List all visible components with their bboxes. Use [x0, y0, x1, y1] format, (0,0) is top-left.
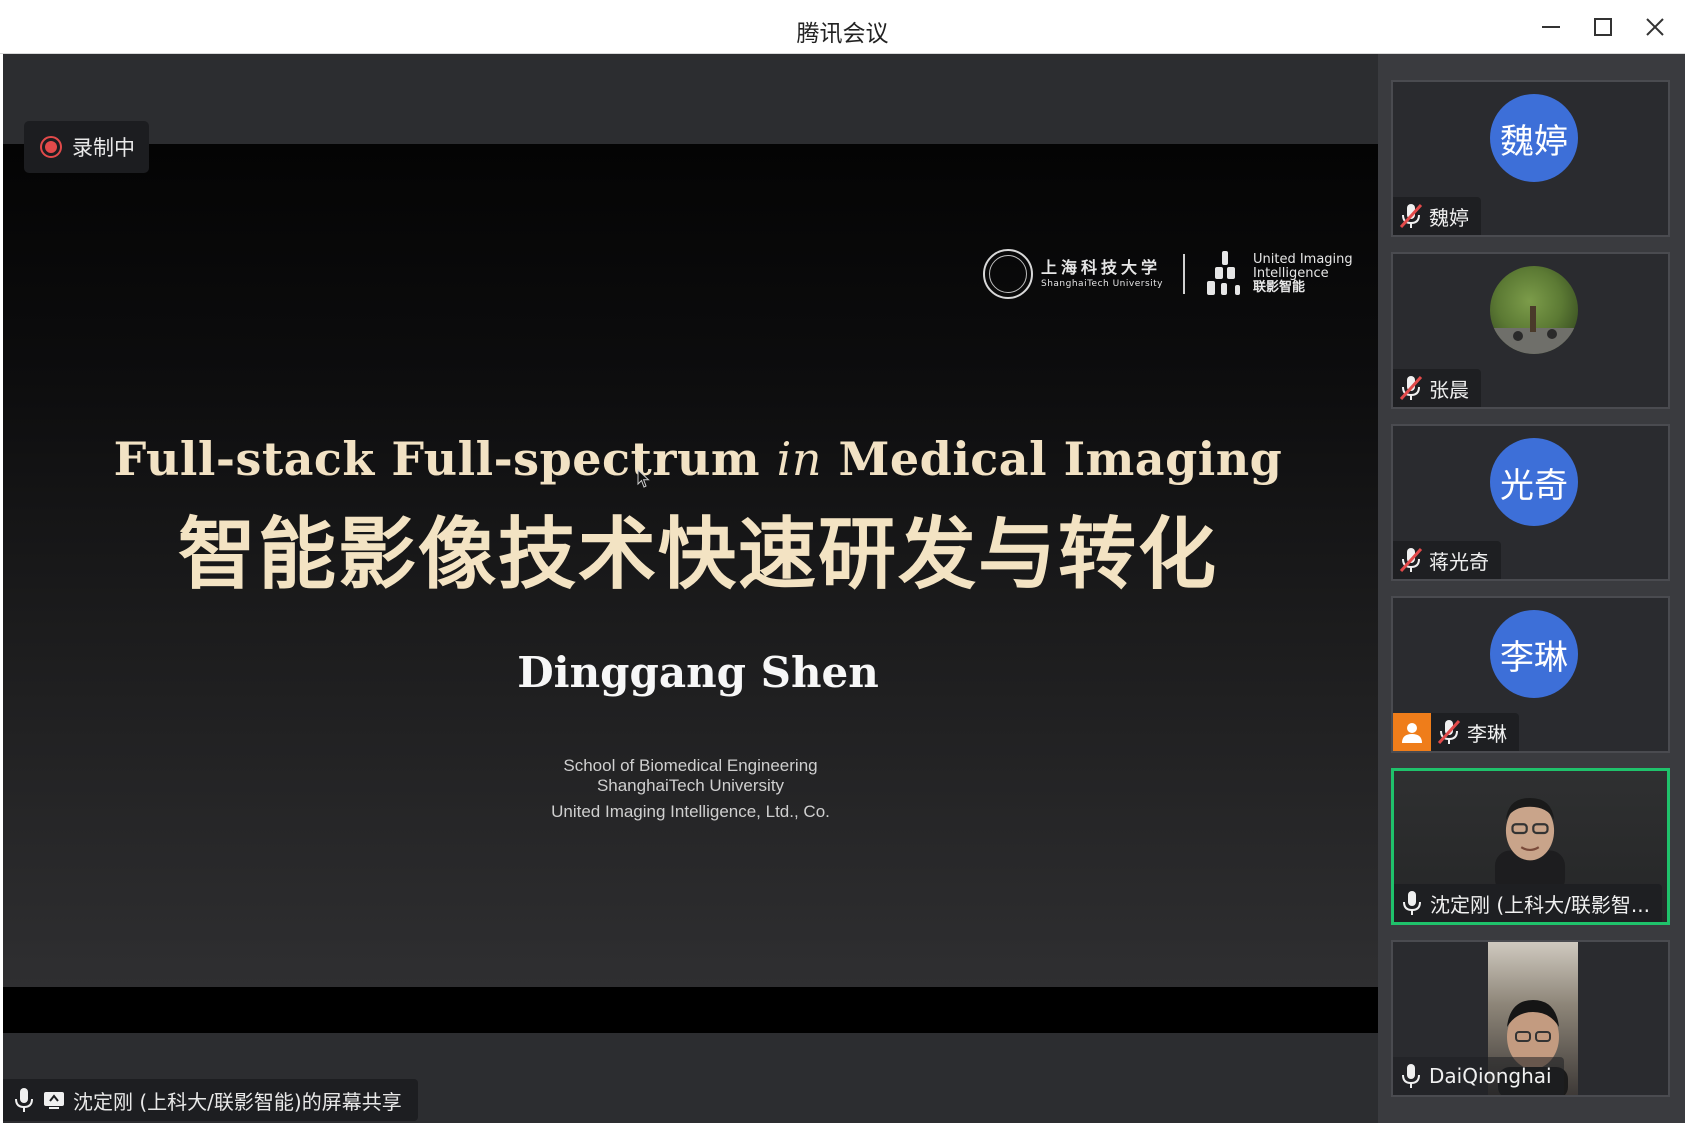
avatar [1490, 266, 1578, 354]
company-name: United Imaging Intelligence 联影智能 [1253, 252, 1353, 295]
screen-share-text: 沈定刚 (上科大/联影智能)的屏幕共享 [73, 1089, 402, 1114]
mouse-pointer-icon [637, 469, 650, 488]
affiliation-line-1: School of Biomedical Engineering [563, 756, 818, 775]
window-title: 腾讯会议 [796, 21, 889, 47]
participant-name: 魏婷 [1429, 205, 1469, 230]
participant-tile[interactable]: 张晨 [1391, 252, 1670, 409]
affiliation-line-3: United Imaging Intelligence, Ltd., Co. [551, 802, 830, 821]
participant-video-face [1494, 797, 1566, 891]
slide-title-chinese: 智能影像技术快速研发与转化 [177, 510, 1218, 600]
recording-indicator[interactable]: 录制中 [24, 121, 149, 173]
company-logo-icon [1205, 251, 1245, 297]
minimize-button[interactable] [1528, 9, 1574, 45]
university-name: 上海科技大学 ShanghaiTech University [1041, 257, 1163, 289]
participant-name-tag: DaiQionghai [1393, 1057, 1564, 1095]
participant-tile[interactable]: DaiQionghai [1391, 940, 1670, 1097]
participant-name-tag: 张晨 [1393, 369, 1481, 407]
muted-microphone-icon [1399, 203, 1423, 229]
microphone-icon [1402, 1064, 1420, 1088]
maximize-button[interactable] [1580, 9, 1626, 45]
minimize-icon [1542, 26, 1560, 28]
microphone-icon [1403, 891, 1421, 915]
muted-microphone-icon [1399, 547, 1423, 573]
presentation-slide: 上海科技大学 ShanghaiTech University United Im… [3, 144, 1378, 987]
close-icon [1646, 18, 1664, 36]
screen-share-label: 沈定刚 (上科大/联影智能)的屏幕共享 [3, 1079, 418, 1121]
close-button[interactable] [1632, 9, 1678, 45]
participant-name-tag: 沈定刚 (上科大/联影智... [1394, 884, 1662, 922]
avatar: 光奇 [1490, 438, 1578, 526]
participant-name: 张晨 [1429, 377, 1469, 402]
participant-tile-active-speaker[interactable]: 沈定刚 (上科大/联影智... [1391, 768, 1670, 925]
participant-name: 沈定刚 (上科大/联影智... [1430, 892, 1650, 917]
window-titlebar: 腾讯会议 [0, 0, 1685, 54]
affiliation-line-2: ShanghaiTech University [596, 776, 785, 795]
participant-tile[interactable]: 魏婷 魏婷 [1391, 80, 1670, 237]
participant-tile[interactable]: 光奇 蒋光奇 [1391, 424, 1670, 581]
muted-microphone-icon [1399, 375, 1423, 401]
maximize-icon [1594, 18, 1612, 36]
university-seal-icon [983, 249, 1033, 299]
participant-sidebar[interactable]: 魏婷 魏婷 张晨 光奇 蒋光奇 李琳 李琳 沈定刚 (上科大/联影智... Da… [1378, 54, 1685, 1123]
presenter-name: Dinggang Shen [517, 648, 879, 697]
participant-name-tag: 李琳 [1393, 713, 1519, 751]
logo-divider [1183, 254, 1185, 294]
host-icon [1393, 713, 1431, 751]
participant-name-tag: 蒋光奇 [1393, 541, 1501, 579]
microphone-icon [15, 1088, 33, 1112]
slide-letterbox [3, 987, 1378, 1033]
screen-share-icon [44, 1092, 64, 1109]
participant-name-tag: 魏婷 [1393, 197, 1481, 235]
slide-title-english: Full-stack Full-spectrum in Medical Imag… [113, 432, 1283, 486]
muted-microphone-icon [1437, 719, 1461, 745]
avatar: 李琳 [1490, 610, 1578, 698]
recording-label: 录制中 [72, 136, 135, 160]
participant-name: 李琳 [1467, 721, 1507, 746]
shared-screen-area[interactable]: 上海科技大学 ShanghaiTech University United Im… [3, 54, 1378, 1123]
avatar: 魏婷 [1490, 94, 1578, 182]
slide-logos: 上海科技大学 ShanghaiTech University United Im… [983, 246, 1353, 302]
participant-name: DaiQionghai [1429, 1064, 1552, 1088]
participant-tile[interactable]: 李琳 李琳 [1391, 596, 1670, 753]
participant-name: 蒋光奇 [1429, 549, 1489, 574]
record-icon [40, 136, 62, 158]
